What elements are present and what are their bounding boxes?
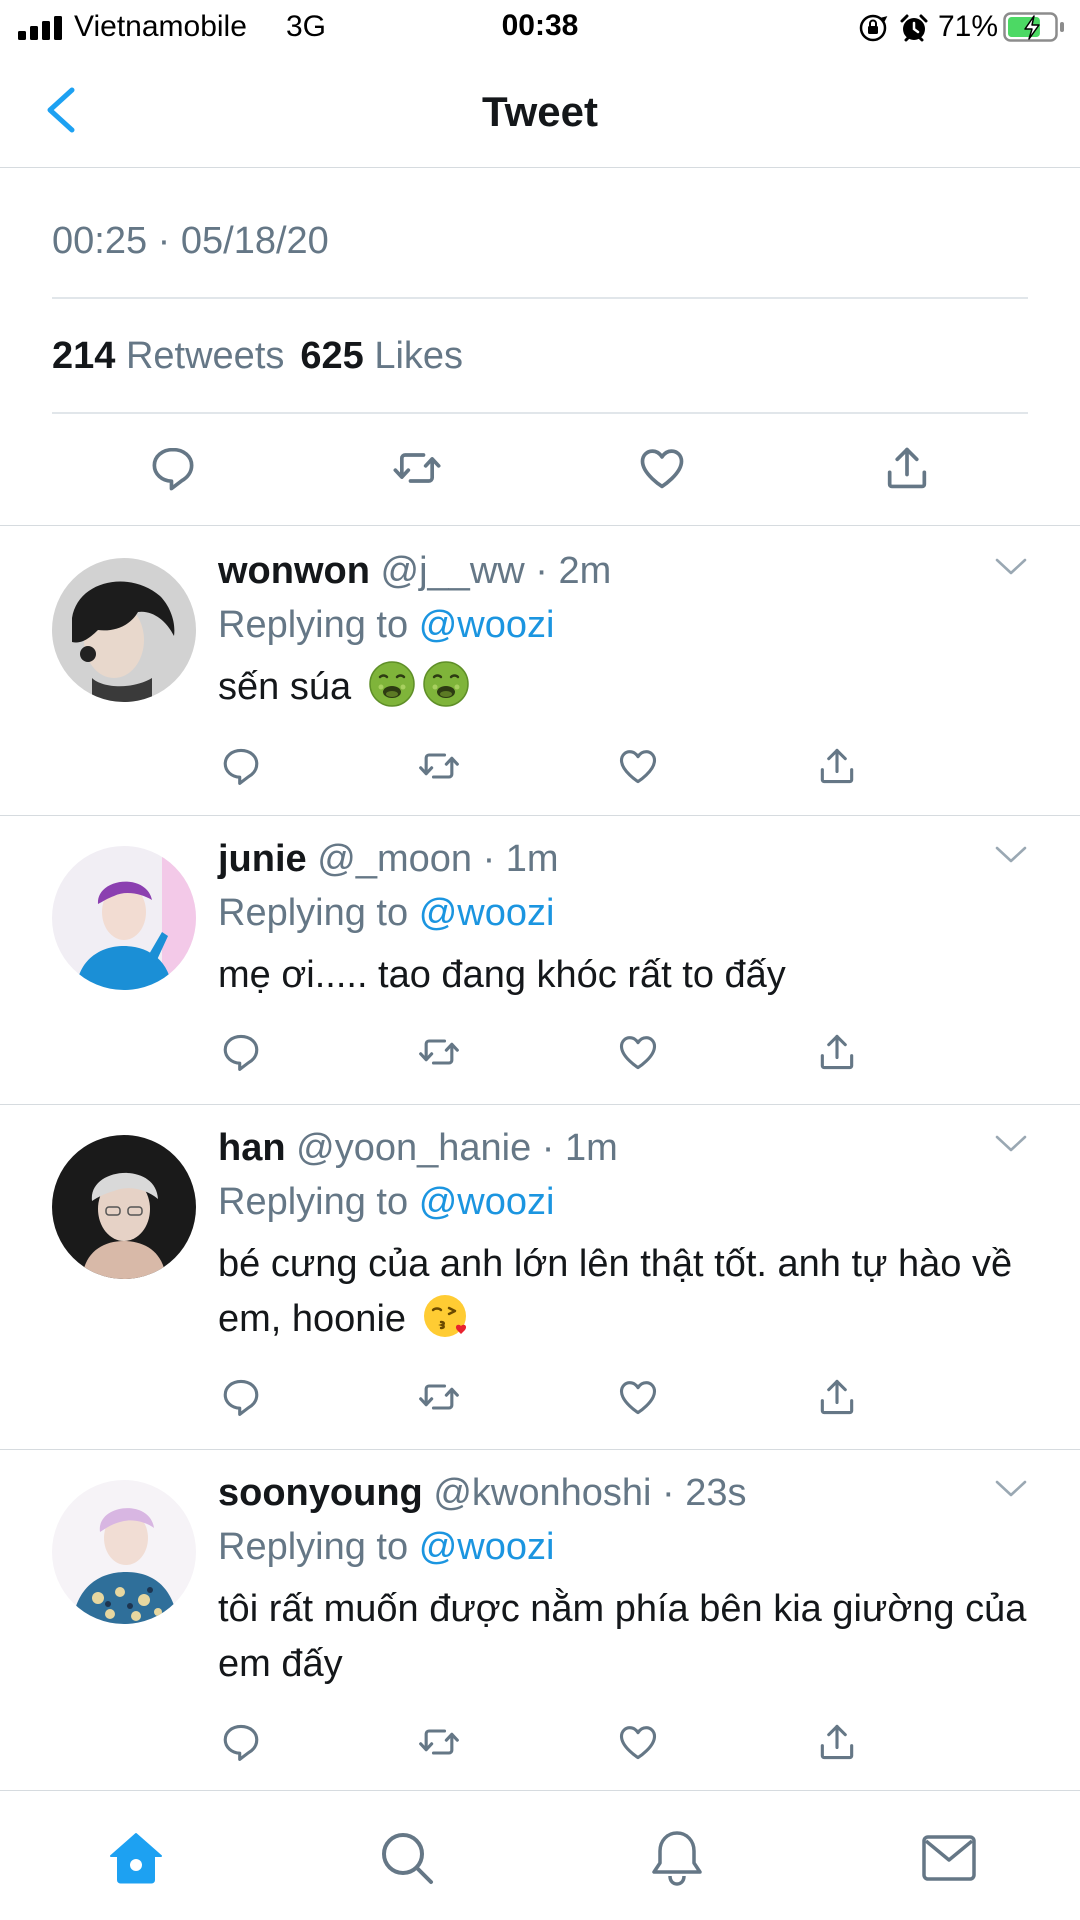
reply-action-bar <box>0 744 1080 792</box>
share-icon[interactable] <box>881 442 933 494</box>
mention-link[interactable]: @woozi <box>419 604 555 646</box>
reply-icon[interactable] <box>219 1375 263 1419</box>
share-icon[interactable] <box>815 744 859 788</box>
tweet-action-bar <box>0 412 1080 526</box>
battery-charging-icon <box>1003 12 1064 42</box>
reply-tweet[interactable]: soonyoung @kwonhoshi · 23s Replying to @… <box>0 1450 1080 1790</box>
reply-text: tôi rất muốn được nằm phía bên kia giườn… <box>218 1588 1027 1685</box>
handle[interactable]: @yoon_hanie <box>296 1127 531 1169</box>
nauseated-face-emoji <box>422 660 470 708</box>
avatar[interactable] <box>52 1135 196 1279</box>
retweets-count[interactable]: 214 <box>52 335 115 377</box>
reply-action-bar <box>0 1030 1080 1078</box>
retweet-icon[interactable] <box>417 1375 461 1419</box>
separator-dot: · <box>472 838 506 880</box>
relative-time: 2m <box>558 550 612 592</box>
reply-icon[interactable] <box>219 744 263 788</box>
display-name[interactable]: junie <box>218 838 307 880</box>
separator-dot: · <box>524 550 559 592</box>
alarm-icon <box>900 14 928 42</box>
page-title: Tweet <box>482 88 598 135</box>
replying-to: Replying to @woozi <box>218 604 555 646</box>
likes-label[interactable]: Likes <box>374 335 463 377</box>
reply-text: bé cưng của anh lớn lên thật tốt. anh tự… <box>218 1243 1013 1340</box>
display-name[interactable]: wonwon <box>218 550 370 592</box>
avatar[interactable] <box>52 1480 196 1624</box>
tweet-stats: 214 Retweets 625 Likes <box>52 335 463 378</box>
chevron-down-icon[interactable] <box>994 1478 1028 1500</box>
like-icon[interactable] <box>616 1375 660 1419</box>
likes-count[interactable]: 625 <box>300 335 363 377</box>
navigation-bar: Tweet <box>0 54 1080 168</box>
mention-link[interactable]: @woozi <box>419 892 555 934</box>
retweet-icon[interactable] <box>417 1030 461 1074</box>
nauseated-face-emoji <box>368 660 416 708</box>
replying-to: Replying to @woozi <box>218 1181 555 1223</box>
reply-header: soonyoung @kwonhoshi · 23s <box>218 1472 747 1515</box>
handle[interactable]: @_moon <box>317 838 472 880</box>
display-name[interactable]: han <box>218 1127 286 1169</box>
chevron-down-icon[interactable] <box>994 844 1028 866</box>
separator-dot: · <box>651 1472 686 1514</box>
mention-link[interactable]: @woozi <box>419 1526 555 1568</box>
handle[interactable]: @kwonhoshi <box>433 1472 651 1514</box>
separator-dot: · <box>531 1127 565 1169</box>
reply-text: sến súa <box>218 660 1048 715</box>
reply-tweet[interactable]: junie @_moon · 1m Replying to @woozi mẹ … <box>0 816 1080 1105</box>
like-icon[interactable] <box>616 1030 660 1074</box>
mention-link[interactable]: @woozi <box>419 1181 555 1223</box>
reply-icon[interactable] <box>219 1030 263 1074</box>
reply-header: junie @_moon · 1m <box>218 838 559 881</box>
relative-time: 1m <box>565 1127 618 1169</box>
battery-percentage: 71% <box>938 10 999 43</box>
reply-action-bar <box>0 1375 1080 1423</box>
home-icon[interactable] <box>107 1829 165 1887</box>
search-icon[interactable] <box>378 1829 436 1887</box>
tweet-timestamp: 00:25 · 05/18/20 <box>52 220 329 262</box>
tab-bar <box>0 1790 1080 1920</box>
replying-to: Replying to @woozi <box>218 892 555 934</box>
face-blowing-kiss-emoji <box>423 1292 471 1340</box>
like-icon[interactable] <box>616 1720 660 1764</box>
notifications-icon[interactable] <box>648 1829 706 1887</box>
reply-tweet[interactable]: wonwon @j__ww · 2m Replying to @woozi sế… <box>0 528 1080 816</box>
share-icon[interactable] <box>815 1720 859 1764</box>
reply-header: han @yoon_hanie · 1m <box>218 1127 618 1170</box>
share-icon[interactable] <box>815 1030 859 1074</box>
orientation-lock-icon <box>859 14 888 42</box>
retweet-icon[interactable] <box>417 1720 461 1764</box>
avatar[interactable] <box>52 846 196 990</box>
messages-icon[interactable] <box>920 1829 978 1887</box>
reply-action-bar <box>0 1720 1080 1768</box>
relative-time: 23s <box>685 1472 747 1514</box>
chevron-down-icon[interactable] <box>994 556 1028 578</box>
handle[interactable]: @j__ww <box>381 550 525 592</box>
like-icon[interactable] <box>616 744 660 788</box>
reply-header: wonwon @j__ww · 2m <box>218 550 611 593</box>
replying-to: Replying to @woozi <box>218 1526 555 1568</box>
retweet-icon[interactable] <box>417 744 461 788</box>
avatar[interactable] <box>52 558 196 702</box>
reply-text: mẹ ơi..... tao đang khóc rất to đấy <box>218 954 786 996</box>
display-name[interactable]: soonyoung <box>218 1472 423 1514</box>
reply-icon[interactable] <box>219 1720 263 1764</box>
like-icon[interactable] <box>636 442 688 494</box>
retweet-icon[interactable] <box>391 442 443 494</box>
divider <box>52 297 1028 299</box>
reply-tweet[interactable]: han @yoon_hanie · 1m Replying to @woozi … <box>0 1105 1080 1450</box>
retweets-label[interactable]: Retweets <box>126 335 284 377</box>
status-bar: Vietnamobile 3G 00:38 71% <box>0 0 1080 54</box>
chevron-down-icon[interactable] <box>994 1133 1028 1155</box>
share-icon[interactable] <box>815 1375 859 1419</box>
reply-icon[interactable] <box>147 442 199 494</box>
relative-time: 1m <box>505 838 559 880</box>
